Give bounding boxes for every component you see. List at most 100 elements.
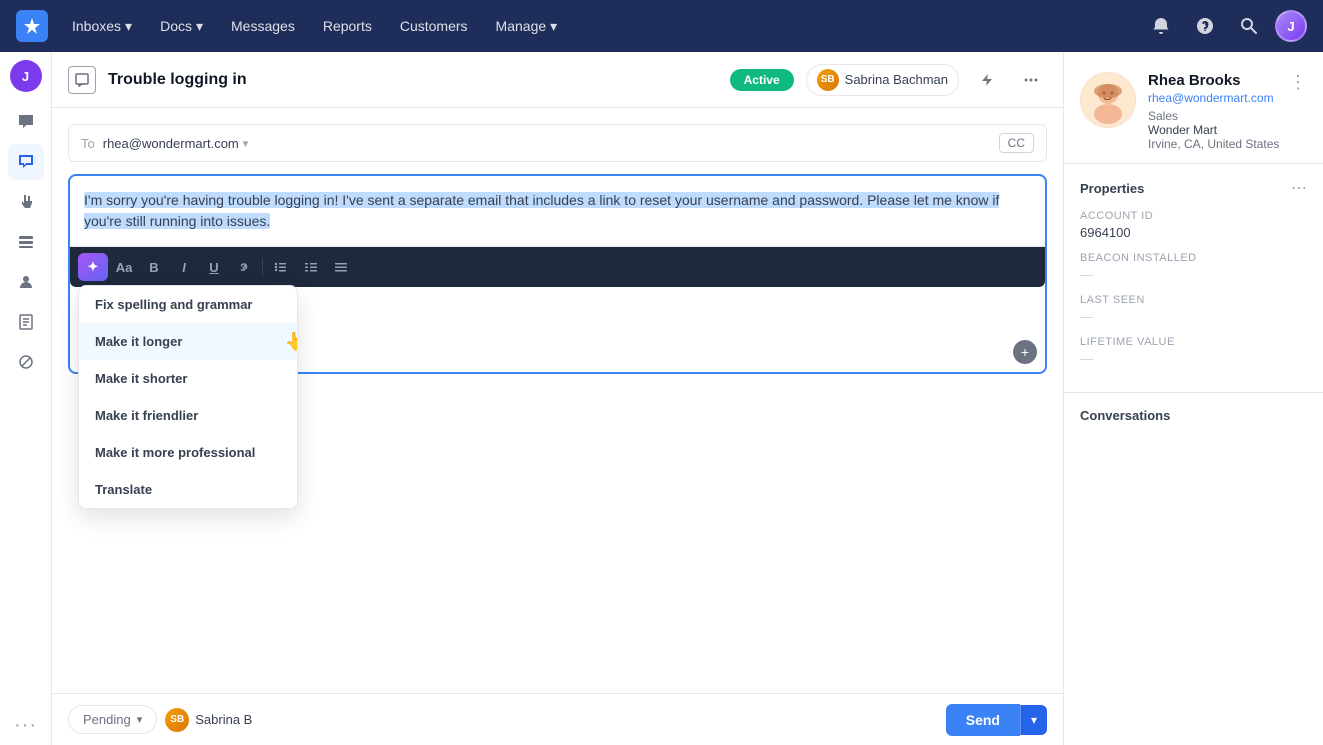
nav-reports[interactable]: Reports [311,12,384,40]
sidebar-item-layers[interactable] [8,224,44,260]
chevron-down-icon: ▾ [243,137,249,150]
ai-make-professional[interactable]: Make it more professional [79,434,297,471]
sidebar: J [0,52,52,745]
contact-name: Rhea Brooks [1148,72,1289,89]
highlighted-text: I'm sorry you're having trouble logging … [84,192,999,229]
conversation-type-icon [68,66,96,94]
help-button[interactable] [1187,8,1223,44]
ai-make-shorter[interactable]: Make it shorter [79,360,297,397]
contact-avatar [1080,72,1136,128]
editor-add-button[interactable]: + [1013,340,1037,364]
align-button[interactable] [327,253,355,281]
sidebar-item-hand[interactable] [8,184,44,220]
beacon-label: Beacon Installed [1080,252,1307,264]
ai-dropdown-menu: Fix spelling and grammar Make it longer … [78,285,298,509]
editor-content[interactable]: I'm sorry you're having trouble logging … [70,176,1045,246]
send-dropdown-button[interactable]: ▾ [1020,705,1047,735]
agent-avatar: SB [817,69,839,91]
to-email-field[interactable]: rhea@wondermart.com ▾ [103,136,991,151]
agent-chip[interactable]: SB Sabrina Bachman [806,64,959,96]
account-id-label: Account ID [1080,210,1307,222]
contact-info: Rhea Brooks rhea@wondermart.com Sales Wo… [1148,72,1289,151]
lifetime-label: Lifetime Value [1080,336,1307,348]
send-button[interactable]: Send [946,704,1020,736]
text-editor[interactable]: I'm sorry you're having trouble logging … [68,174,1047,374]
contact-department: Sales [1148,109,1289,123]
conversations-title: Conversations [1080,408,1170,423]
main-layout: J [0,52,1323,745]
agent-name: Sabrina Bachman [845,72,948,87]
last-seen-property: Last Seen — [1080,294,1307,324]
pending-button[interactable]: Pending ▾ [68,705,157,734]
bottom-bar: Pending ▾ SB Sabrina B Send ▾ [52,693,1063,745]
chevron-down-icon: ▾ [550,18,557,35]
email-compose: To rhea@wondermart.com ▾ CC I'm sorry yo… [52,108,1063,693]
topnav: Inboxes ▾ Docs ▾ Messages Reports Custom… [0,0,1323,52]
nav-inboxes[interactable]: Inboxes ▾ [60,12,144,41]
ai-translate[interactable]: Translate [79,471,297,508]
ai-fix-spelling[interactable]: Fix spelling and grammar [79,286,297,323]
lightning-button[interactable] [971,64,1003,96]
conversation-area: Trouble logging in Active SB Sabrina Bac… [52,52,1063,745]
last-seen-label: Last Seen [1080,294,1307,306]
lifetime-value: — [1080,351,1307,366]
contact-header: Rhea Brooks rhea@wondermart.com Sales Wo… [1064,52,1323,164]
topnav-right-actions: J [1143,8,1307,44]
sidebar-item-block[interactable] [8,344,44,380]
sidebar-item-contacts[interactable] [8,264,44,300]
panel-more-button[interactable]: ⋮ [1289,72,1307,93]
beacon-value: — [1080,267,1307,282]
search-button[interactable] [1231,8,1267,44]
sidebar-item-notes[interactable] [8,304,44,340]
contact-company: Wonder Mart [1148,123,1289,137]
notifications-button[interactable] [1143,8,1179,44]
chevron-down-icon: ▾ [137,713,143,726]
properties-header: Properties ⋯ [1080,178,1307,198]
editor-toolbar: ✦ Fix spelling and grammar Make it longe… [70,246,1045,287]
properties-section: Properties ⋯ Account ID 6964100 Beacon I… [1064,164,1323,393]
bold-button[interactable]: B [140,253,168,281]
properties-more-button[interactable]: ⋯ [1291,178,1307,198]
contact-location: Irvine, CA, United States [1148,137,1289,151]
agent-bottom-name: Sabrina B [195,712,252,727]
send-button-group: Send ▾ [946,704,1047,736]
agent-bottom-avatar: SB [165,708,189,732]
conversation-header: Trouble logging in Active SB Sabrina Bac… [52,52,1063,108]
cc-button[interactable]: CC [999,133,1034,153]
agent-bottom-chip[interactable]: SB Sabrina B [165,708,252,732]
properties-title: Properties [1080,181,1144,196]
contact-email[interactable]: rhea@wondermart.com [1148,91,1289,105]
ai-assist-button[interactable]: ✦ Fix spelling and grammar Make it longe… [78,253,108,281]
user-avatar[interactable]: J [1275,10,1307,42]
toolbar-divider [262,258,263,276]
account-id-value: 6964100 [1080,225,1307,240]
chevron-down-icon: ▾ [125,18,132,35]
link-button[interactable] [230,253,258,281]
unordered-list-button[interactable] [267,253,295,281]
nav-customers[interactable]: Customers [388,12,480,40]
lifetime-value-property: Lifetime Value — [1080,336,1307,366]
ai-make-friendlier[interactable]: Make it friendlier [79,397,297,434]
conversations-section: Conversations [1064,393,1323,439]
account-id-property: Account ID 6964100 [1080,210,1307,240]
right-panel: Rhea Brooks rhea@wondermart.com Sales Wo… [1063,52,1323,745]
to-label: To [81,136,95,151]
more-options-button[interactable] [1015,64,1047,96]
ai-make-longer[interactable]: Make it longer 👆 [79,323,297,360]
to-row: To rhea@wondermart.com ▾ CC [68,124,1047,162]
sidebar-item-inbox[interactable] [8,144,44,180]
sidebar-item-chat[interactable] [8,104,44,140]
italic-button[interactable]: I [170,253,198,281]
ordered-list-button[interactable] [297,253,325,281]
app-logo[interactable] [16,10,48,42]
underline-button[interactable]: U [200,253,228,281]
nav-messages[interactable]: Messages [219,12,307,40]
sidebar-more-button[interactable]: ··· [14,714,37,737]
status-badge: Active [730,69,794,91]
cursor-pointer: 👆 [285,331,298,352]
conversation-title: Trouble logging in [108,71,718,89]
nav-manage[interactable]: Manage ▾ [484,12,570,41]
sidebar-user-avatar[interactable]: J [10,60,42,92]
nav-docs[interactable]: Docs ▾ [148,12,215,41]
font-button[interactable]: Aa [110,253,138,281]
